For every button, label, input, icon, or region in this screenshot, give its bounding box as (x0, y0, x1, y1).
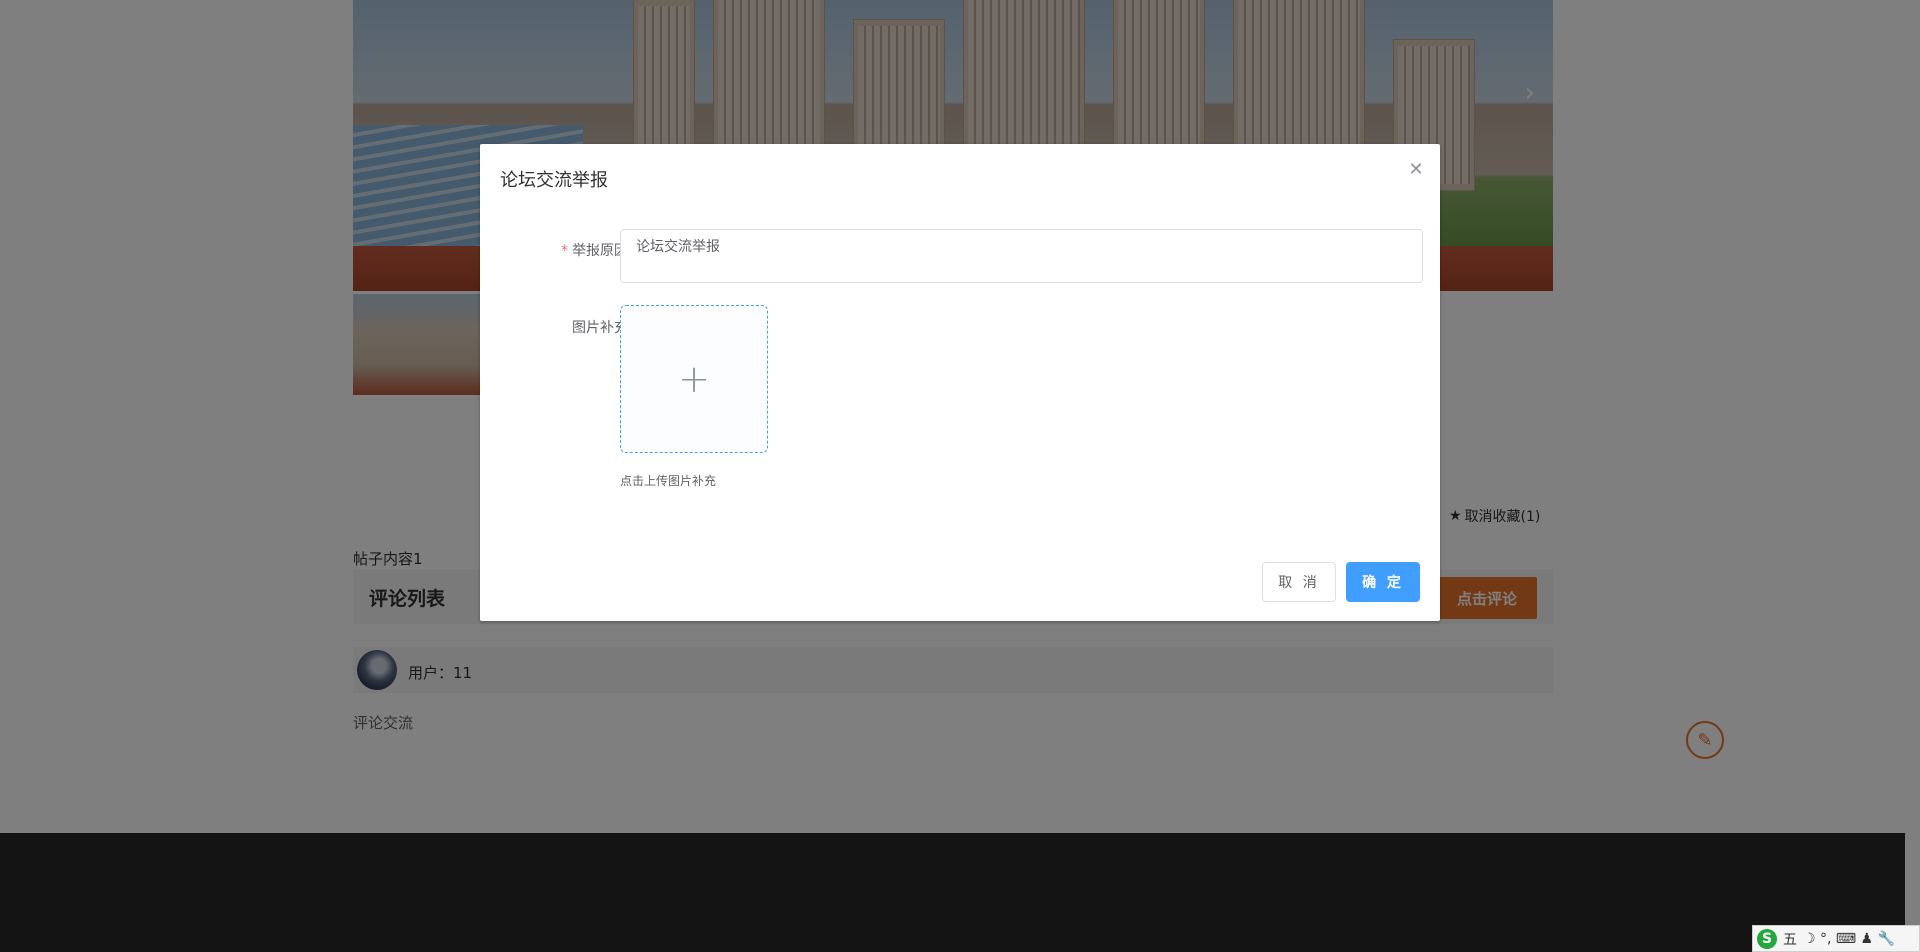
report-dialog: 论坛交流举报 ✕ *举报原因 图片补充 + 点击上传图片补充 取 消 确 定 (480, 144, 1440, 621)
image-label: 图片补充 (572, 320, 628, 336)
ime-toolbar[interactable]: S 五 ☽ °, ⌨ ♟ 🔧 (1752, 925, 1920, 952)
ime-logo-icon: S (1757, 928, 1777, 949)
page: › ★ 取消收藏(1) 帖子内容1 评论列表 点击评论 用户：11 评论交流 ✎… (0, 0, 1920, 952)
confirm-button[interactable]: 确 定 (1346, 562, 1420, 602)
required-mark: * (561, 243, 568, 259)
reason-input[interactable] (620, 229, 1423, 283)
reason-label: * 举报原因 (540, 240, 628, 260)
cancel-button[interactable]: 取 消 (1262, 562, 1336, 602)
image-upload-button[interactable]: + (620, 305, 768, 453)
close-icon[interactable]: ✕ (1404, 158, 1428, 182)
upload-tip: 点击上传图片补充 (620, 474, 717, 488)
ime-mode[interactable]: 五 (1783, 929, 1797, 949)
ime-symbols[interactable]: ☽ °, ⌨ ♟ 🔧 (1803, 931, 1895, 947)
plus-icon: + (678, 357, 710, 401)
dialog-title: 论坛交流举报 (500, 170, 608, 191)
